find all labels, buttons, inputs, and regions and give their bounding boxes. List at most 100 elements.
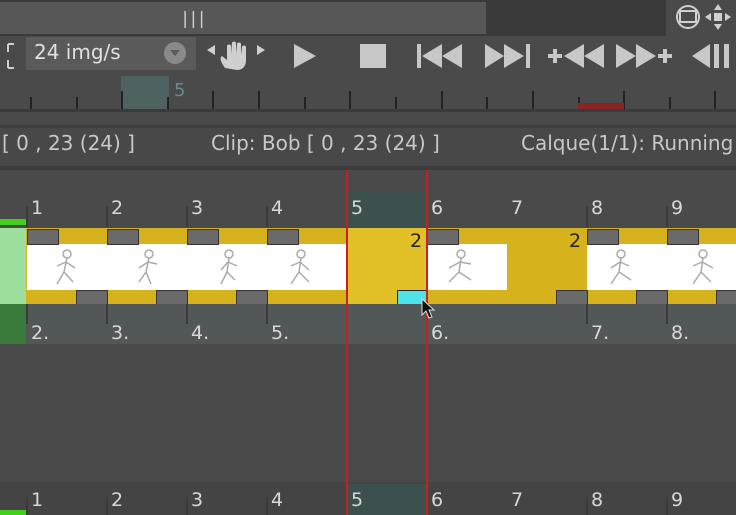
ruler-tick (532, 91, 534, 109)
add-frame-before-icon (548, 44, 604, 68)
frame-thumbnail[interactable] (27, 244, 107, 290)
frame-number: 3 (191, 197, 204, 219)
in-handle[interactable] (27, 229, 59, 245)
frame-label: 4. (191, 322, 210, 344)
step-back-button[interactable] (690, 38, 736, 74)
ruler-tick (258, 91, 260, 109)
grip-icon: ||| (180, 9, 207, 29)
time-ruler[interactable] (0, 74, 736, 112)
ruler-tick (714, 91, 716, 109)
frame-divider (26, 497, 28, 515)
frame-divider (266, 497, 268, 515)
ruler-tick (76, 97, 78, 109)
frame-number: 3 (191, 489, 204, 511)
frame-divider (106, 304, 108, 324)
ruler-tick (395, 97, 397, 109)
frame-label: 3. (111, 322, 130, 344)
add-frame-after-icon (616, 44, 672, 68)
frame-thumbnail[interactable] (107, 244, 187, 290)
frame-number: 5 (351, 489, 364, 511)
frame-thumbnail[interactable] (587, 244, 667, 290)
frame-divider (586, 304, 588, 324)
layer-info: Calque(1/1): Running (521, 131, 734, 155)
frame-number: 2 (111, 197, 124, 219)
frame-label: 5. (271, 322, 290, 344)
fit-view-icon[interactable] (666, 0, 736, 36)
ruler-baseline (0, 109, 736, 112)
frame-number: 6 (431, 489, 444, 511)
go-start-icon (417, 44, 462, 68)
stop-button[interactable] (356, 38, 390, 74)
running-figure-icon (290, 249, 310, 285)
onion-skin-column-lower (0, 304, 26, 344)
frame-divider (186, 207, 188, 227)
frame-divider (586, 497, 588, 515)
play-icon (294, 44, 316, 68)
ruler-tick (167, 97, 169, 109)
frame-divider (106, 207, 108, 227)
onion-skin-marker-bottom[interactable] (0, 510, 26, 515)
frame-number: 4 (271, 489, 284, 511)
ruler-playhead[interactable] (121, 76, 169, 110)
running-figure-icon (56, 249, 76, 285)
hand-icon (207, 41, 265, 70)
playhead-left-line[interactable] (346, 170, 348, 515)
frame-thumbnail[interactable] (187, 244, 267, 290)
frame-divider (666, 207, 668, 227)
range-info: [ 0 , 23 (24) ] (2, 131, 135, 155)
running-figure-icon (448, 249, 472, 283)
fps-select[interactable]: 24 img/s (26, 37, 196, 70)
go-end-button[interactable] (482, 38, 534, 74)
playhead-right-line[interactable] (426, 170, 428, 515)
ruler-tick (121, 91, 123, 109)
hand-pan-button[interactable] (205, 40, 267, 72)
frame-divider (266, 304, 268, 324)
add-frame-before-button[interactable] (546, 38, 606, 74)
frame-divider (186, 304, 188, 324)
frame-number: 7 (511, 197, 524, 219)
fps-value: 24 img/s (34, 40, 121, 64)
running-figure-icon (220, 249, 238, 285)
frame-number: 6 (431, 197, 444, 219)
in-handle[interactable] (667, 229, 699, 245)
add-frame-after-button[interactable] (614, 38, 674, 74)
running-figure-icon (610, 249, 632, 285)
in-handle[interactable] (427, 229, 459, 245)
frame-divider (586, 207, 588, 227)
move-view-icon[interactable] (705, 4, 731, 30)
ruler-tick (669, 97, 671, 109)
frame-thumbnail[interactable] (267, 244, 347, 290)
ruler-current-frame: 5 (174, 80, 186, 101)
frame-divider (26, 304, 28, 324)
hold-count: 2 (410, 230, 423, 252)
frame-number: 2 (111, 489, 124, 511)
running-figure-icon (138, 249, 158, 285)
onion-skin-marker[interactable] (0, 219, 26, 225)
frame-number: 1 (31, 197, 44, 219)
frame-divider (666, 304, 668, 324)
frame-number: 8 (591, 489, 604, 511)
frame-label: 2. (31, 322, 50, 344)
frame-number: 5 (351, 197, 364, 219)
frame-divider (266, 207, 268, 227)
in-handle[interactable] (587, 229, 619, 245)
ruler-tick (441, 91, 443, 109)
in-handle[interactable] (187, 229, 219, 245)
running-figure-icon (692, 249, 714, 285)
scrollbar-thumb[interactable] (0, 2, 486, 34)
frame-label: 7. (591, 322, 610, 344)
frame-thumbnail[interactable] (667, 244, 736, 290)
mouse-cursor-icon (421, 298, 437, 320)
frame-thumbnail[interactable] (427, 244, 507, 290)
go-start-button[interactable] (414, 38, 466, 74)
frame-divider (666, 497, 668, 515)
ruler-tick (212, 91, 214, 109)
chevron-down-icon (164, 42, 186, 64)
panel-bracket-icon (6, 42, 18, 70)
play-button[interactable] (288, 38, 322, 74)
in-handle[interactable] (267, 229, 299, 245)
clip-info: Clip: Bob [ 0 , 23 (24) ] (211, 131, 440, 155)
ruler-tick (486, 97, 488, 109)
in-handle[interactable] (107, 229, 139, 245)
frame-number: 4 (271, 197, 284, 219)
